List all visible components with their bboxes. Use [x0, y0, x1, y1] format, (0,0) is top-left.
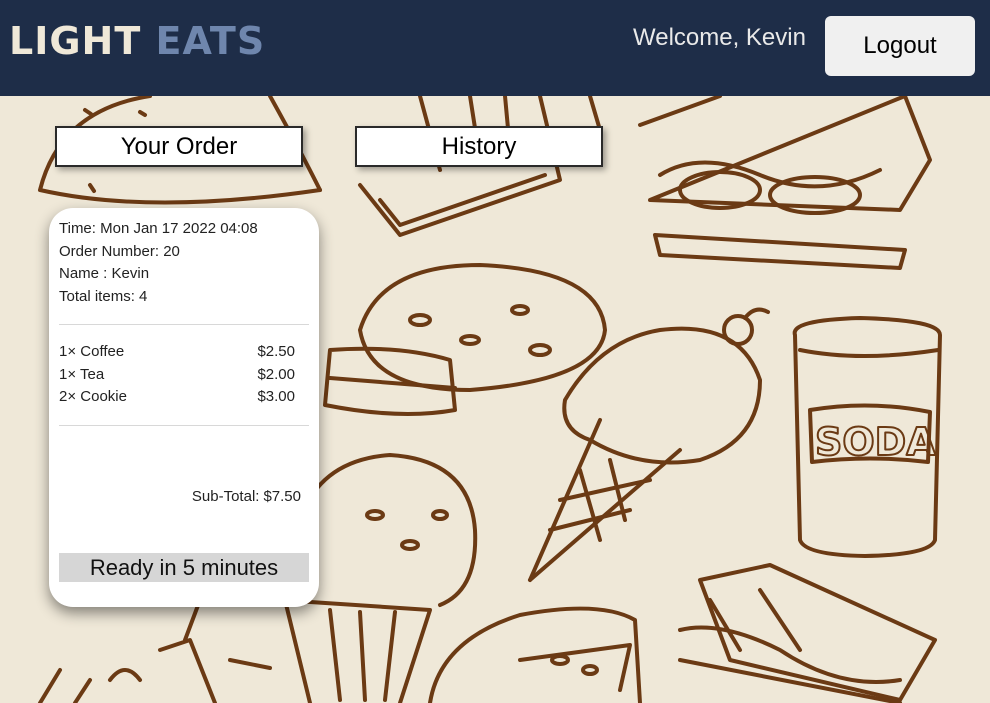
order-number: Order Number: 20 — [59, 243, 180, 260]
app-logo: LIGHT EATS — [9, 19, 266, 63]
divider — [59, 425, 309, 426]
ice-cream-doodle-icon — [528, 307, 770, 582]
order-item-label: 2× Cookie — [59, 388, 127, 405]
subtotal-value: $7.50 — [263, 488, 301, 505]
order-subtotal: Sub-Total: $7.50 — [188, 488, 301, 506]
bread-doodle-icon — [323, 263, 607, 416]
drink-doodle-icon — [38, 598, 272, 703]
order-card: Time: Mon Jan 17 2022 04:08 Order Number… — [49, 208, 319, 607]
divider — [59, 324, 309, 325]
order-item-price: $2.50 — [257, 343, 295, 360]
svg-text:SODA: SODA — [815, 420, 936, 464]
sandwich-doodle-icon — [638, 96, 932, 270]
order-status-badge: Ready in 5 minutes — [59, 553, 309, 582]
cheese-doodle-icon — [428, 606, 642, 703]
subtotal-label: Sub-Total: — [191, 488, 260, 505]
welcome-text: Welcome, Kevin — [633, 24, 806, 51]
order-time: Time: Mon Jan 17 2022 04:08 — [59, 220, 258, 237]
top-nav-bar: LIGHT EATS Welcome, Kevin Logout — [0, 0, 990, 96]
sandwich2-doodle-icon — [678, 563, 937, 703]
order-item-label: 1× Coffee — [59, 343, 125, 360]
tab-your-order[interactable]: Your Order — [55, 126, 303, 167]
order-customer-name: Name : Kevin — [59, 265, 150, 282]
tab-history[interactable]: History — [355, 126, 603, 167]
soda-can-doodle-icon: SODA — [792, 316, 942, 558]
logout-button[interactable]: Logout — [825, 16, 975, 76]
order-item-label: 1× Tea — [59, 366, 105, 383]
order-total-items: Total items: 4 — [59, 288, 148, 305]
order-item-price: $3.00 — [257, 388, 295, 405]
order-item-price: $2.00 — [257, 366, 295, 383]
